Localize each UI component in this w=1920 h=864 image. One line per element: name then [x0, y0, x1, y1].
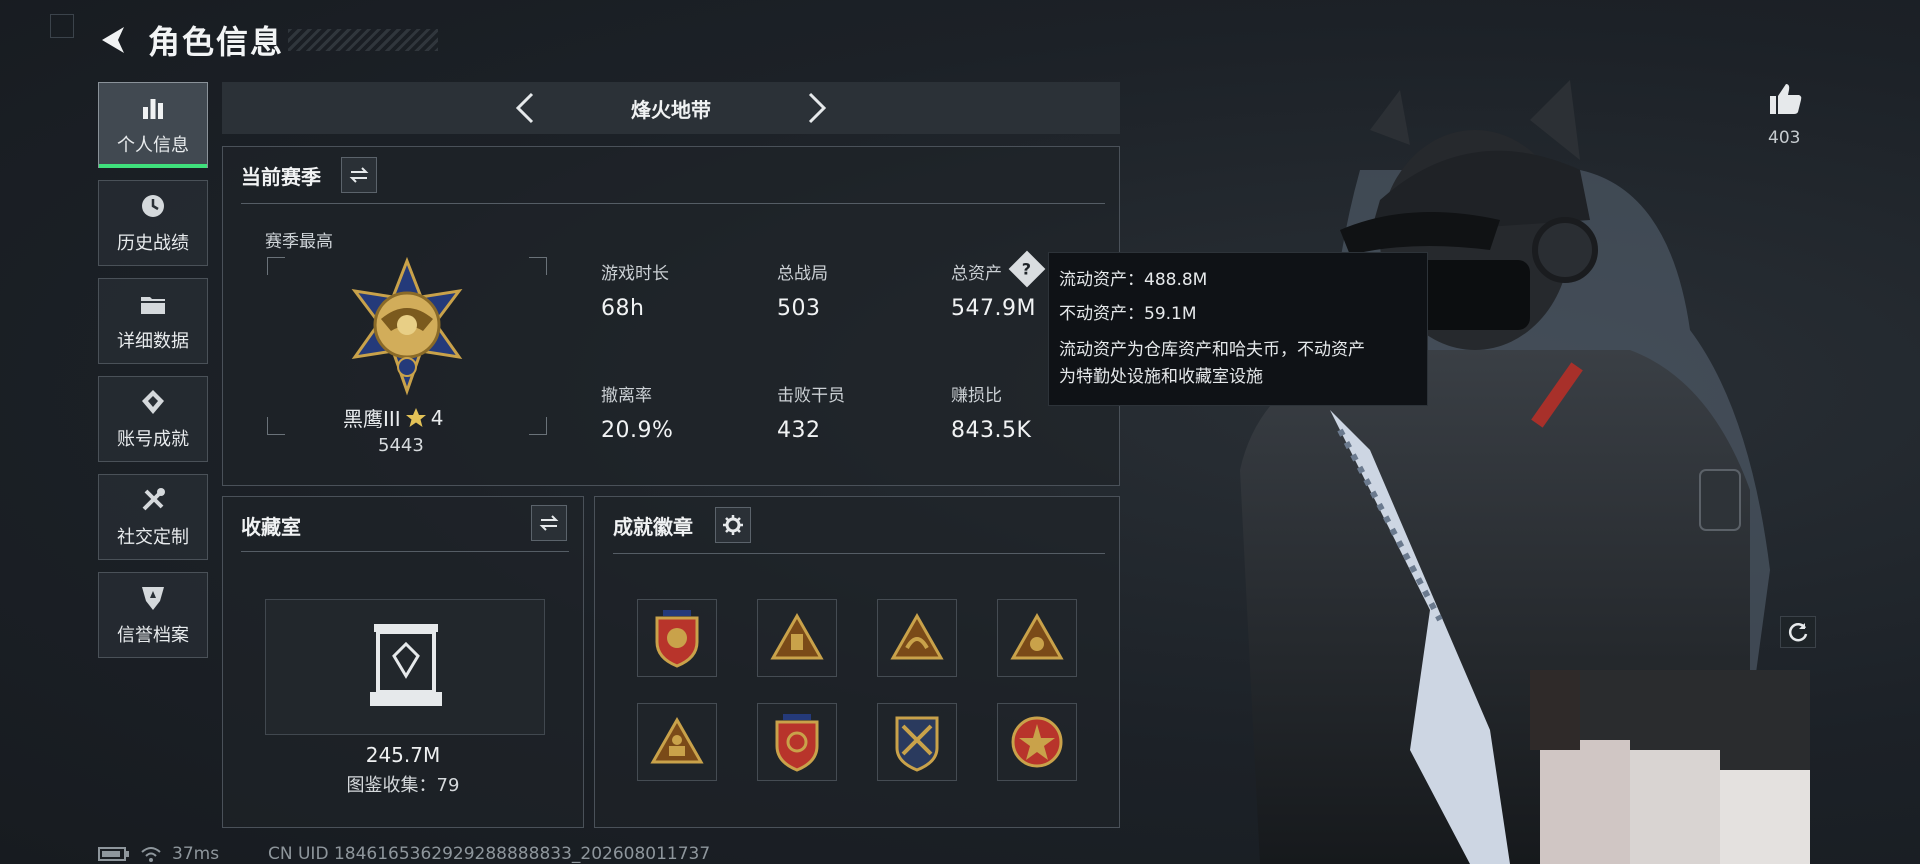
panel-title: 当前赛季 [241, 165, 321, 189]
tooltip-fixed-assets: 不动资产：59.1M [1059, 304, 1197, 324]
corner-mark [50, 14, 74, 38]
character-model [1240, 80, 1810, 864]
chevron-right-icon[interactable] [798, 90, 834, 126]
assets-tooltip: 流动资产：488.8M 不动资产：59.1M 流动资产为仓库资产和哈夫币，不动资… [1048, 252, 1428, 406]
tooltip-liquid-assets: 流动资产：488.8M [1059, 270, 1208, 290]
sidebar-item-history[interactable]: 历史战绩 [98, 180, 208, 266]
rotate-icon [1788, 623, 1808, 642]
sidebar-item-profile[interactable]: 个人信息 [98, 82, 208, 168]
swap-icon [539, 515, 559, 531]
ping-value: 37ms [172, 844, 220, 864]
thumbs-up-icon[interactable] [1766, 80, 1804, 118]
collection-value: 245.7M [365, 743, 441, 767]
battery-icon [98, 847, 129, 861]
sidebar-item-achievements[interactable]: 账号成就 [98, 376, 208, 462]
sidebar-item-social[interactable]: 社交定制 [98, 474, 208, 560]
triangle-badge-icon [1010, 612, 1064, 660]
like-count: 403 [1768, 128, 1801, 148]
achievement-badge[interactable] [637, 703, 717, 781]
tooltip-description: 流动资产为仓库资产和哈夫币，不动资产 为特勤处设施和收藏室设施 [1059, 340, 1365, 387]
rank-score: 5443 [378, 435, 424, 456]
page-title: 角色信息 [148, 23, 285, 61]
achievement-icon [142, 390, 164, 414]
triangle-badge-icon [770, 612, 824, 660]
divider [241, 551, 569, 552]
title-decoration [288, 29, 439, 51]
collection-display[interactable] [265, 599, 545, 735]
sidebar-item-reputation[interactable]: 信誉档案 [98, 572, 208, 658]
achievement-badge[interactable] [757, 703, 837, 781]
sidebar-item-label: 个人信息 [117, 135, 189, 156]
gear-icon [723, 515, 743, 535]
shield-badge-icon [655, 610, 699, 668]
achievement-badge[interactable] [877, 599, 957, 677]
panel-title: 成就徽章 [613, 515, 693, 539]
tools-icon [142, 488, 165, 511]
star-icon [405, 407, 426, 427]
page-header: 角色信息 [96, 18, 439, 62]
triangle-badge-icon [890, 612, 944, 660]
back-arrow-icon[interactable] [96, 23, 130, 57]
star-medal-icon [1011, 716, 1063, 768]
rotate-model-button[interactable] [1780, 616, 1816, 648]
sidebar-item-details[interactable]: 详细数据 [98, 278, 208, 364]
status-bar: 37ms [98, 844, 219, 864]
rank-badge-icon [351, 257, 463, 396]
stat-extraction-rate: 撤离率 20.9% [601, 386, 674, 443]
stat-total-matches: 总战局 503 [777, 264, 828, 321]
display-case-icon [370, 624, 442, 706]
achievement-badge[interactable] [877, 703, 957, 781]
season-best-label: 赛季最高 [265, 232, 333, 252]
swap-icon [349, 167, 369, 183]
achievement-badge[interactable] [997, 703, 1077, 781]
sidebar-item-label: 历史战绩 [117, 233, 189, 254]
achievement-badges-panel: 成就徽章 [594, 496, 1120, 828]
achievement-badge[interactable] [757, 599, 837, 677]
current-season-panel: 当前赛季 赛季最高 黑鹰III 4 5443 游戏时长 68h 总战局 503 总资… [222, 146, 1120, 486]
sidebar-item-label: 社交定制 [117, 527, 189, 548]
season-switcher: 烽火地带 [222, 82, 1120, 134]
swap-button[interactable] [341, 157, 377, 193]
divider [613, 553, 1105, 554]
shield-badge-icon [775, 714, 819, 772]
sidebar-item-label: 信誉档案 [117, 625, 189, 646]
bar-chart-icon [143, 99, 163, 119]
wifi-icon [141, 847, 161, 862]
rank-stars: 4 [430, 405, 444, 430]
stat-playtime: 游戏时长 68h [601, 264, 669, 321]
divider [241, 203, 1105, 204]
sidebar-item-label: 账号成就 [117, 429, 189, 450]
folder-icon [141, 297, 165, 314]
sidebar-item-label: 详细数据 [117, 331, 189, 352]
season-name: 烽火地带 [631, 97, 711, 122]
stat-operators-defeated: 击败干员 432 [777, 386, 845, 443]
chevron-left-icon[interactable] [508, 90, 544, 126]
swap-button[interactable] [531, 505, 567, 541]
stat-profit-ratio: 赚损比 843.5K [951, 386, 1032, 443]
rank-name: 黑鹰III 4 [343, 405, 444, 432]
achievement-badge[interactable] [637, 599, 717, 677]
triangle-badge-icon [650, 716, 704, 764]
sidebar: 个人信息 历史战绩 详细数据 账号成就 社交定制 信誉档案 [98, 82, 208, 670]
collection-room-panel: 收藏室 245.7M 图鉴收集：79 [222, 496, 584, 828]
crossed-badge-icon [895, 716, 939, 772]
user-uid: CN UID 1846165362929288888833_2026080117… [268, 844, 711, 864]
collection-count: 图鉴收集：79 [346, 775, 460, 796]
settings-button[interactable] [715, 507, 751, 543]
shield-icon [142, 587, 164, 610]
panel-title: 收藏室 [241, 515, 301, 539]
achievement-badge[interactable] [997, 599, 1077, 677]
history-icon [142, 195, 164, 217]
